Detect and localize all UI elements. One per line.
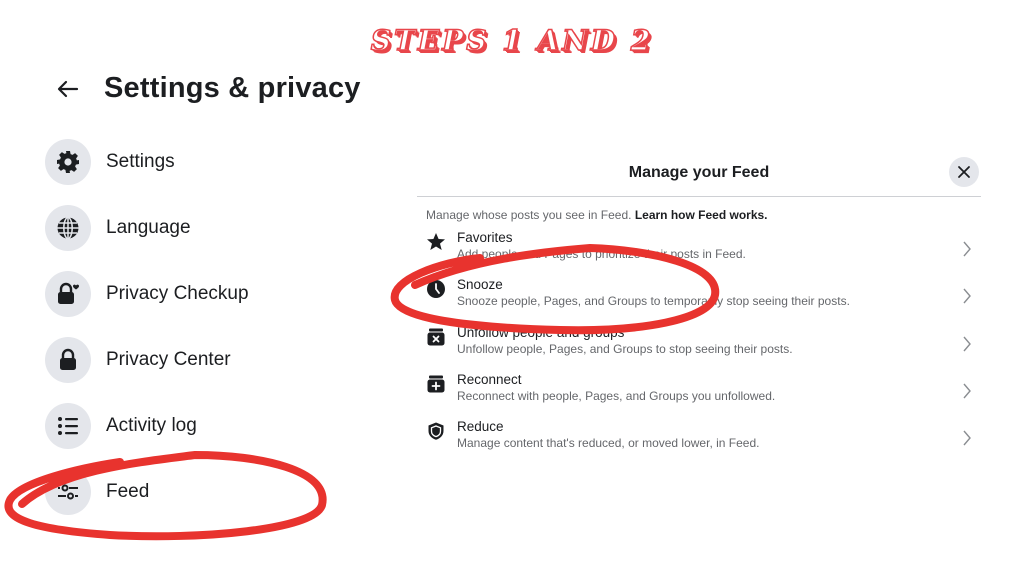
sidebar-item-settings[interactable]: Settings (45, 139, 249, 185)
sidebar-item-activity-log[interactable]: Activity log (45, 403, 249, 449)
feed-option-snooze[interactable]: Snooze Snooze people, Pages, and Groups … (417, 276, 981, 323)
panel-header: Manage your Feed (417, 150, 981, 196)
chevron-right-icon (963, 430, 971, 446)
clock-icon (426, 279, 446, 299)
panel-divider (417, 196, 981, 197)
feed-option-description: Reconnect with people, Pages, and Groups… (457, 388, 776, 403)
feed-option-favorites[interactable]: Favorites Add people and Pages to priori… (417, 229, 981, 276)
feed-option-reduce[interactable]: Reduce Manage content that's reduced, or… (417, 418, 981, 465)
lock-icon (45, 337, 91, 383)
chevron-right-icon (963, 288, 971, 304)
close-icon (958, 166, 970, 178)
feed-option-title: Snooze (457, 277, 503, 293)
back-button[interactable] (54, 75, 82, 103)
feed-option-description: Snooze people, Pages, and Groups to temp… (457, 294, 850, 309)
steps-banner: STEPS 1 AND 2 (370, 23, 654, 58)
sidebar-item-privacy-checkup[interactable]: Privacy Checkup (45, 271, 249, 317)
feed-option-unfollow[interactable]: Unfollow people and groups Unfollow peop… (417, 324, 981, 371)
feed-option-description: Add people and Pages to prioritize their… (457, 247, 746, 261)
sidebar-item-language[interactable]: Language (45, 205, 249, 251)
sidebar-item-feed[interactable]: Feed (45, 469, 249, 515)
unfollow-box-icon (426, 327, 446, 347)
chevron-right-icon (963, 383, 971, 399)
sidebar-item-label: Settings (106, 151, 175, 172)
sidebar-item-label: Feed (106, 481, 150, 502)
sidebar-item-label: Privacy Center (106, 349, 231, 370)
sliders-icon (45, 469, 91, 515)
lock-heart-icon (45, 271, 91, 317)
gear-icon (45, 139, 91, 185)
list-icon (45, 403, 91, 449)
settings-sidebar: Settings Language Privacy Checkup Privac… (45, 139, 249, 535)
feed-option-title: Unfollow people and groups (457, 324, 625, 340)
page-title: Settings & privacy (104, 72, 361, 104)
star-icon (426, 232, 446, 252)
feed-option-description: Manage content that's reduced, or moved … (457, 436, 760, 451)
intro-text: Manage whose posts you see in Feed. (426, 208, 632, 222)
panel-title: Manage your Feed (628, 164, 770, 181)
sidebar-item-label: Privacy Checkup (106, 283, 249, 304)
manage-feed-panel: Manage your Feed Manage whose posts you … (417, 150, 981, 465)
chevron-right-icon (963, 241, 971, 257)
globe-icon (45, 205, 91, 251)
arrow-left-icon (57, 80, 79, 97)
reconnect-box-icon (426, 374, 446, 394)
panel-intro: Manage whose posts you see in Feed. Lear… (426, 208, 981, 222)
feed-option-title: Reconnect (457, 371, 522, 387)
feed-option-title: Favorites (457, 230, 513, 245)
close-button[interactable] (949, 157, 979, 187)
feed-option-title: Reduce (457, 419, 504, 435)
sidebar-item-privacy-center[interactable]: Privacy Center (45, 337, 249, 383)
chevron-right-icon (963, 336, 971, 352)
learn-feed-link[interactable]: Learn how Feed works. (635, 208, 768, 222)
feed-option-description: Unfollow people, Pages, and Groups to st… (457, 341, 793, 356)
sidebar-item-label: Activity log (106, 415, 197, 436)
feed-options-list: Favorites Add people and Pages to priori… (417, 229, 981, 465)
page-header: Settings & privacy (54, 72, 361, 105)
shield-icon (426, 421, 446, 441)
feed-option-reconnect[interactable]: Reconnect Reconnect with people, Pages, … (417, 371, 981, 418)
sidebar-item-label: Language (106, 217, 191, 238)
